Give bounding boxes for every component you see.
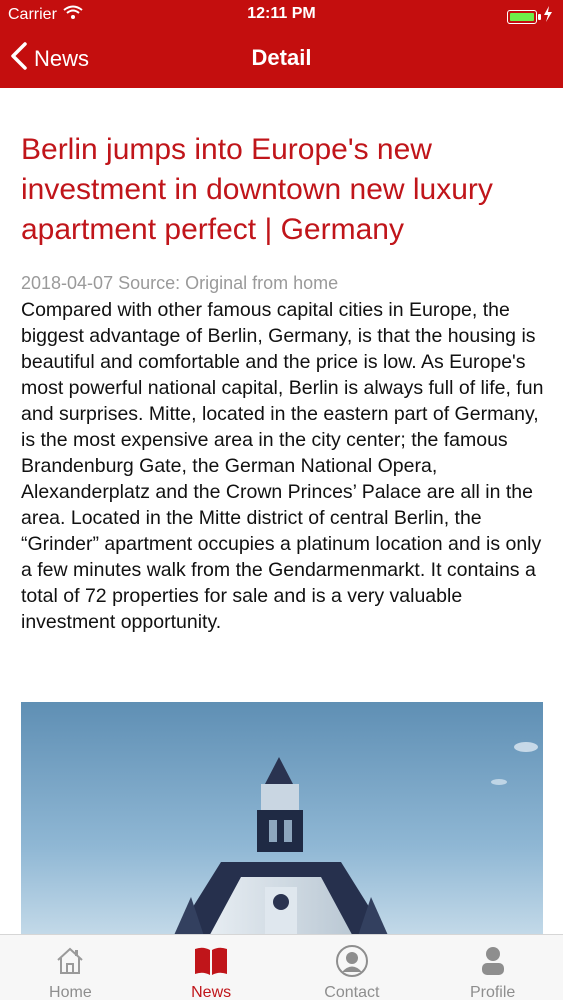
article-image <box>21 702 543 934</box>
book-icon <box>193 945 229 982</box>
battery-icon <box>507 9 541 24</box>
article-body: Compared with other famous capital citie… <box>21 299 544 633</box>
back-button[interactable]: News <box>10 42 89 75</box>
article-scroll-view[interactable]: Berlin jumps into Europe's new investmen… <box>0 88 563 934</box>
status-time: 12:11 PM <box>247 5 316 22</box>
tab-home-label: Home <box>49 984 92 1001</box>
status-bar: Carrier 12:11 PM <box>0 0 563 30</box>
profile-icon <box>478 945 508 982</box>
navigation-bar: News Detail <box>0 30 563 88</box>
chevron-left-icon <box>10 42 28 75</box>
tab-contact[interactable]: Contact <box>282 935 423 1001</box>
tab-news-label: News <box>191 984 232 1001</box>
status-right <box>507 6 553 27</box>
home-icon <box>54 945 86 982</box>
tab-bar: Home News Contact Profile <box>0 934 563 1001</box>
tab-news[interactable]: News <box>141 935 282 1001</box>
back-label: News <box>34 45 90 71</box>
tab-contact-label: Contact <box>324 984 380 1001</box>
charging-icon <box>543 6 553 27</box>
article-meta: 2018-04-07 Source: Original from home <box>21 273 339 293</box>
tab-profile-label: Profile <box>469 984 516 1001</box>
tab-home[interactable]: Home <box>0 935 141 1001</box>
contact-icon <box>335 945 369 982</box>
tab-profile[interactable]: Profile <box>422 935 563 1001</box>
article-title: Berlin jumps into Europe's new investmen… <box>21 133 493 246</box>
